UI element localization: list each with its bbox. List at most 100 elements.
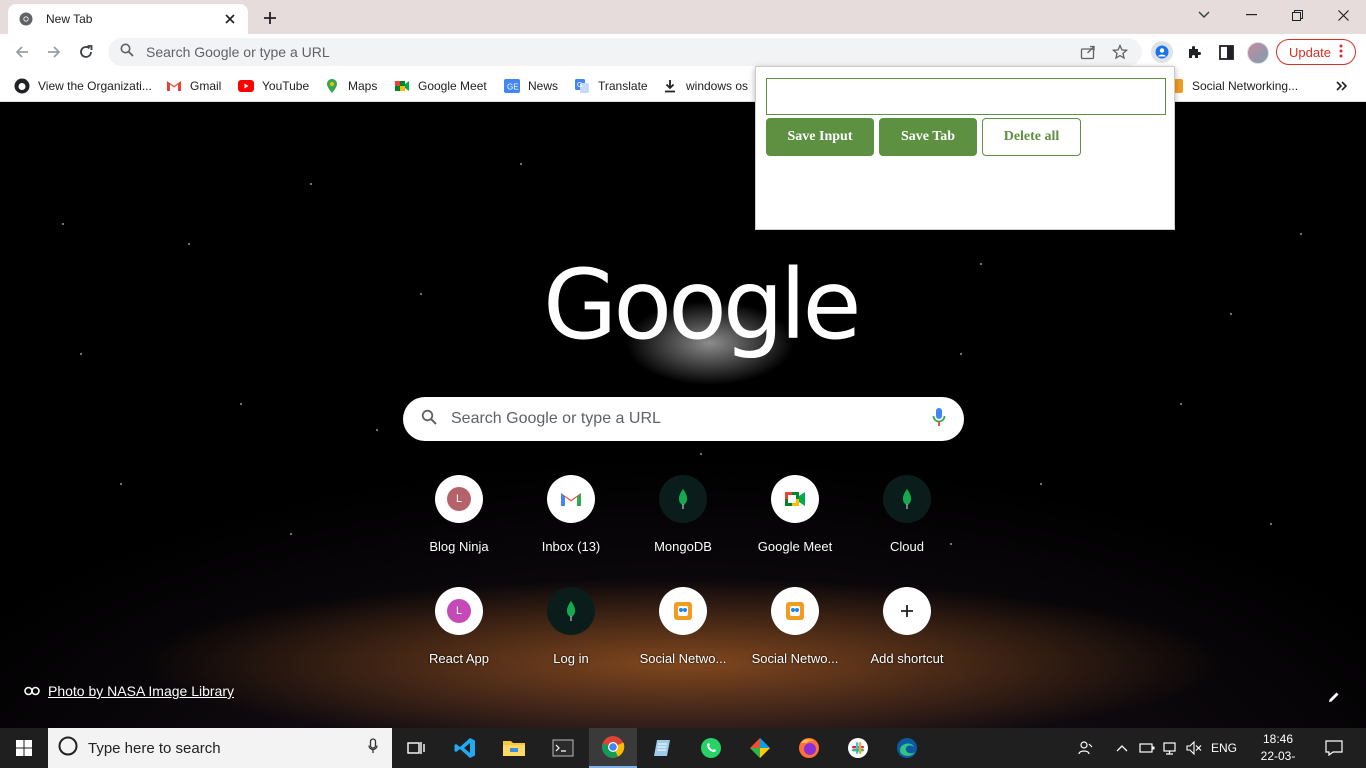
tab-close-icon[interactable] [222, 11, 238, 27]
maps-icon [324, 78, 340, 94]
photo-credit-text: Photo by NASA Image Library [48, 683, 234, 699]
chevron-up-icon[interactable] [1112, 728, 1132, 768]
battery-icon[interactable] [1136, 728, 1158, 768]
bookmark-organization[interactable]: View the Organizati... [14, 76, 152, 96]
letter-avatar: L [447, 599, 471, 623]
shortcut-label: MongoDB [654, 539, 712, 554]
bookmarks-overflow-icon[interactable] [1336, 76, 1348, 96]
bookmark-social-networking[interactable]: Social Networking... [1168, 76, 1298, 96]
shortcut-label: Add shortcut [870, 651, 944, 666]
shortcut-tile[interactable]: Social Netwo... [627, 587, 739, 699]
file-explorer-icon[interactable] [490, 728, 538, 768]
minimize-button[interactable] [1228, 0, 1274, 30]
bookmark-label: Translate [598, 79, 648, 93]
bookmark-star-icon[interactable] [1110, 42, 1130, 62]
search-icon [120, 43, 134, 62]
people-icon[interactable] [1074, 728, 1098, 768]
extension-popup: Save Input Save Tab Delete all [755, 66, 1175, 230]
svg-text:GE: GE [507, 83, 519, 92]
profile-avatar[interactable] [1247, 42, 1269, 64]
whatsapp-icon[interactable] [687, 728, 735, 768]
update-button[interactable]: Update [1276, 39, 1356, 65]
bookmark-label: Maps [348, 79, 378, 93]
notification-icon[interactable] [1318, 728, 1350, 768]
delete-all-button[interactable]: Delete all [982, 118, 1081, 156]
shortcut-tile[interactable]: MongoDB [627, 475, 739, 587]
photo-credit-link[interactable]: Photo by NASA Image Library [24, 683, 234, 699]
ntp-search-box[interactable]: Search Google or type a URL [403, 397, 964, 441]
shortcut-tile[interactable]: L Blog Ninja [403, 475, 515, 587]
bookmark-gmail[interactable]: Gmail [166, 76, 221, 96]
volume-muted-icon[interactable] [1184, 728, 1204, 768]
search-icon [421, 409, 437, 430]
language-indicator[interactable]: ENG [1208, 728, 1240, 768]
bookmark-label: News [528, 79, 559, 93]
taskbar-clock[interactable]: 18:46 22-03-2023 [1250, 731, 1306, 768]
mongodb-icon [883, 475, 931, 523]
bookmark-label: Social Networking... [1192, 79, 1299, 93]
vscode-icon[interactable] [441, 728, 489, 768]
save-tab-button[interactable]: Save Tab [879, 118, 977, 156]
microphone-icon[interactable] [932, 407, 946, 432]
close-window-button[interactable] [1320, 0, 1366, 30]
add-shortcut-tile[interactable]: Add shortcut [851, 587, 963, 699]
bookmark-news[interactable]: GE News [504, 76, 558, 96]
ntp-search-placeholder: Search Google or type a URL [451, 410, 661, 427]
more-menu-icon [1339, 44, 1343, 61]
tab-title: New Tab [46, 12, 93, 26]
omnibox-placeholder: Search Google or type a URL [146, 44, 330, 60]
git-client-icon[interactable] [736, 728, 784, 768]
shortcut-label: Blog Ninja [429, 539, 489, 554]
task-view-icon[interactable] [392, 728, 440, 768]
back-button[interactable] [10, 40, 34, 64]
bookmark-translate[interactable]: G Translate [574, 76, 648, 96]
chrome-taskbar-icon[interactable] [589, 728, 637, 768]
meet-icon [394, 78, 410, 94]
tab-search-chevron-icon[interactable] [1192, 4, 1216, 26]
save-input-button[interactable]: Save Input [766, 118, 874, 156]
popup-text-input[interactable] [766, 78, 1166, 115]
reload-button[interactable] [74, 40, 98, 64]
shortcut-icon: L [435, 587, 483, 635]
forward-button[interactable] [42, 40, 66, 64]
letter-avatar: L [447, 487, 471, 511]
extensions-puzzle-icon[interactable] [1183, 41, 1205, 63]
shortcut-icon: L [435, 475, 483, 523]
tab-new-tab[interactable]: New Tab [8, 4, 248, 34]
shortcut-tile[interactable]: L React App [403, 587, 515, 699]
mongodb-icon [659, 475, 707, 523]
tab-strip: New Tab [0, 0, 1366, 34]
github-icon [14, 78, 30, 94]
side-panel-icon[interactable] [1215, 41, 1237, 63]
mongodb-icon [547, 587, 595, 635]
network-icon[interactable] [1160, 728, 1182, 768]
shortcut-label: Cloud [890, 539, 924, 554]
restore-button[interactable] [1274, 0, 1320, 30]
bookmark-windows-os[interactable]: windows os [662, 76, 748, 96]
shortcut-tile[interactable]: Social Netwo... [739, 587, 851, 699]
update-label: Update [1289, 44, 1331, 60]
shortcut-label: React App [429, 651, 489, 666]
share-icon[interactable] [1078, 42, 1098, 62]
youtube-icon [238, 78, 254, 94]
shortcut-tile[interactable]: Log in [515, 587, 627, 699]
edge-icon[interactable] [883, 728, 931, 768]
social-icon [771, 587, 819, 635]
microphone-icon[interactable] [368, 737, 378, 759]
extension-active-icon[interactable] [1151, 41, 1173, 63]
bookmark-google-meet[interactable]: Google Meet [394, 76, 487, 96]
bookmark-maps[interactable]: Maps [324, 76, 377, 96]
customize-pencil-icon[interactable] [1324, 687, 1344, 707]
taskbar-search-box[interactable]: Type here to search [48, 728, 392, 768]
terminal-icon[interactable] [539, 728, 587, 768]
start-button[interactable] [0, 728, 48, 768]
notepad-icon[interactable] [638, 728, 686, 768]
slack-icon[interactable] [834, 728, 882, 768]
firefox-icon[interactable] [785, 728, 833, 768]
shortcut-tile[interactable]: Inbox (13) [515, 475, 627, 587]
bookmark-youtube[interactable]: YouTube [238, 76, 309, 96]
shortcut-tile[interactable]: Cloud [851, 475, 963, 587]
omnibox[interactable]: Search Google or type a URL [108, 38, 1142, 66]
new-tab-button[interactable] [258, 6, 282, 30]
shortcut-tile[interactable]: Google Meet [739, 475, 851, 587]
